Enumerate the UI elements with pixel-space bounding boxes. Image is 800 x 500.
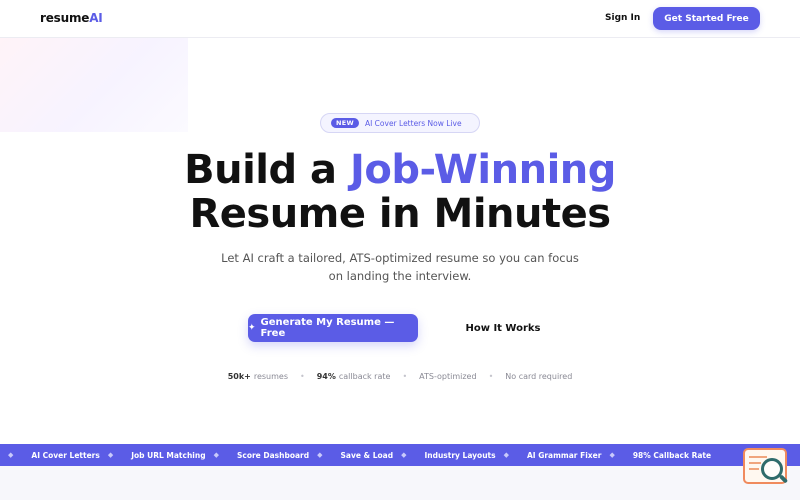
- feature-ticker: ◆ AI Cover Letters ◆ Job URL Matching ◆ Sc…: [0, 444, 800, 466]
- top-navbar: resumeAI Sign In Get Started Free: [0, 0, 800, 38]
- stats-row: 50k+ resumes • 94% callback rate • ATS-opt…: [0, 372, 800, 381]
- headline-part1: Build a: [184, 147, 350, 193]
- ticker-separator: ◆: [8, 451, 14, 459]
- hero-headline: Build a Job-Winning Resume in Minutes: [0, 148, 800, 236]
- stat-separator: •: [300, 372, 305, 381]
- stat-label: resumes: [253, 372, 288, 381]
- logo[interactable]: resumeAI: [40, 11, 103, 25]
- ticker-separator: ◆: [401, 451, 407, 459]
- ticker-label: Industry Layouts: [424, 450, 496, 460]
- headline-part2: Resume in Minutes: [189, 191, 611, 237]
- decorative-gradient: [0, 38, 188, 132]
- stat-value: 94%: [316, 372, 336, 381]
- ticker-label: Save & Load: [340, 450, 394, 460]
- logo-accent: AI: [89, 11, 103, 25]
- ticker-label: 98% Callback Rate: [632, 450, 712, 460]
- stat-label: No card required: [505, 372, 573, 381]
- stat-label: callback rate: [338, 372, 391, 381]
- ticker-item: Save & Load ◆: [341, 451, 425, 460]
- stat-label: ATS-optimized: [419, 372, 477, 381]
- logo-text: resume: [40, 11, 90, 25]
- ticker-label: Score Dashboard: [236, 450, 310, 460]
- ticker-item: Industry Layouts ◆: [424, 451, 527, 460]
- helper-line: [749, 456, 767, 458]
- ticker-label: Job URL Matching: [131, 450, 206, 460]
- helper-line: [749, 468, 759, 470]
- ticker-separator: ◆: [317, 451, 323, 459]
- hero-subtitle: Let AI craft a tailored, ATS-optimized r…: [221, 251, 579, 283]
- new-badge: NEW: [331, 118, 359, 128]
- stat-no-card: No card required: [505, 372, 572, 381]
- headline-highlight: Job-Winning: [349, 147, 616, 193]
- stat-ats: ATS-optimized: [419, 372, 476, 381]
- ticker-item: AI Grammar Fixer ◆: [527, 451, 633, 460]
- announcement-text: AI Cover Letters Now Live: [364, 118, 462, 128]
- resume-search-icon[interactable]: [741, 444, 791, 488]
- sparkle-icon: ✦: [248, 323, 256, 333]
- sign-in-link[interactable]: Sign In: [605, 13, 640, 23]
- how-it-works-button[interactable]: How It Works: [458, 314, 548, 342]
- stat-resumes: 50k+ resumes: [228, 372, 288, 381]
- ticker-item: 98% Callback Rate: [633, 451, 711, 460]
- stat-callback: 94% callback rate: [317, 372, 391, 381]
- ticker-item: AI Cover Letters ◆: [31, 451, 131, 460]
- stat-value: 50k+: [227, 372, 251, 381]
- get-started-button[interactable]: Get Started Free: [653, 7, 760, 30]
- generate-resume-button[interactable]: ✦ Generate My Resume — Free: [248, 314, 418, 342]
- ticker-separator: ◆: [107, 451, 114, 459]
- ticker-item: Score Dashboard ◆: [237, 451, 341, 460]
- ticker-label: AI Cover Letters: [31, 450, 100, 460]
- ticker-item: Job URL Matching ◆: [131, 451, 237, 460]
- generate-resume-label: Generate My Resume — Free: [260, 317, 395, 339]
- ticker-separator: ◆: [609, 451, 615, 459]
- ticker-separator: ◆: [503, 451, 509, 459]
- ticker-label: AI Grammar Fixer: [526, 450, 602, 460]
- next-section: [0, 466, 800, 500]
- ticker-separator: ◆: [213, 451, 219, 459]
- helper-line: [749, 462, 761, 464]
- stat-separator: •: [402, 372, 408, 381]
- stat-separator: •: [488, 372, 494, 381]
- announcement-pill[interactable]: NEW AI Cover Letters Now Live: [320, 113, 480, 133]
